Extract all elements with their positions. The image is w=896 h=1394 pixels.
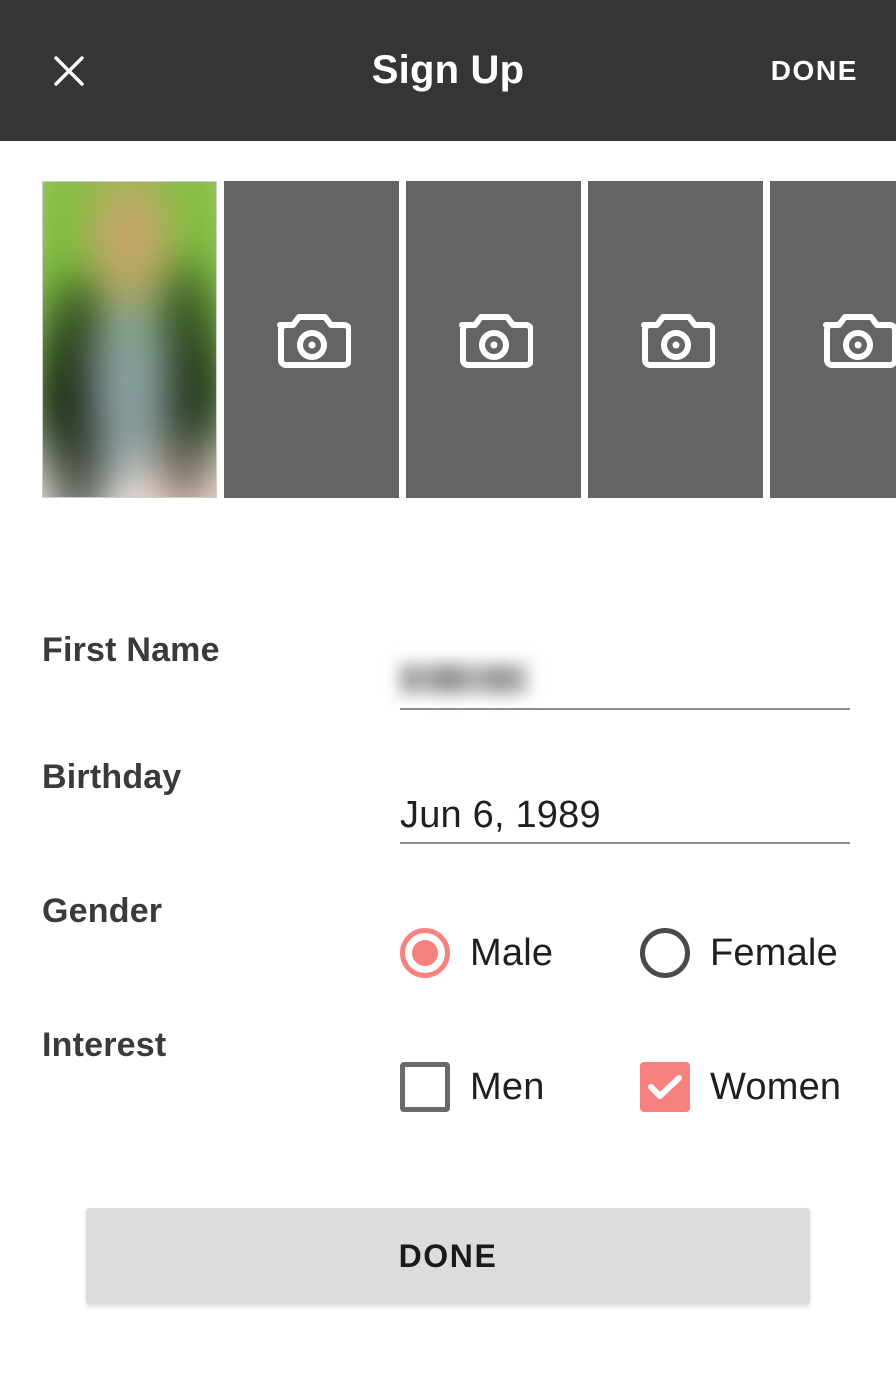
photo-strip[interactable] <box>42 181 896 498</box>
photo-tile-2[interactable] <box>224 181 399 498</box>
radio-unselected-icon[interactable] <box>640 928 690 978</box>
radio-selected-icon[interactable] <box>400 928 450 978</box>
gender-label: Gender <box>42 892 400 931</box>
interest-option-men[interactable]: Men <box>400 1062 640 1112</box>
first-name-value-redacted <box>400 664 528 694</box>
checkbox-checked-icon[interactable] <box>640 1062 690 1112</box>
gender-options: Male Female <box>400 928 850 978</box>
signup-form: First Name Birthday Jun 6, 1989 Gender <box>0 590 896 1112</box>
first-name-input[interactable] <box>400 638 850 710</box>
interest-label: Interest <box>42 1026 400 1065</box>
first-name-field-wrap <box>400 590 850 710</box>
signup-screen: Sign Up DONE <box>0 0 896 1394</box>
interest-option-women-label: Women <box>710 1066 841 1109</box>
camera-icon <box>819 309 896 371</box>
gender-option-female[interactable]: Female <box>640 928 838 978</box>
birthday-value: Jun 6, 1989 <box>400 796 601 836</box>
gender-option-male-label: Male <box>470 932 553 975</box>
camera-icon <box>637 309 715 371</box>
camera-icon <box>455 309 533 371</box>
footer: DONE <box>0 1208 896 1304</box>
header-done-button[interactable]: DONE <box>771 55 858 87</box>
interest-option-women[interactable]: Women <box>640 1062 841 1112</box>
interest-row: Interest Men Women <box>0 978 896 1112</box>
photo-tile-3[interactable] <box>406 181 581 498</box>
camera-icon <box>273 309 351 371</box>
birthday-input[interactable]: Jun 6, 1989 <box>400 772 850 844</box>
checkbox-unchecked-icon[interactable] <box>400 1062 450 1112</box>
header-bar: Sign Up DONE <box>0 0 896 141</box>
gender-option-male[interactable]: Male <box>400 928 640 978</box>
photo-tile-4[interactable] <box>588 181 763 498</box>
photo-tile-1[interactable] <box>42 181 217 498</box>
interest-field-wrap: Men Women <box>400 978 850 1112</box>
page-title: Sign Up <box>0 48 896 93</box>
birthday-field-wrap: Jun 6, 1989 <box>400 710 850 844</box>
done-button[interactable]: DONE <box>86 1208 810 1304</box>
first-name-row: First Name <box>0 590 896 710</box>
profile-photo-blurred <box>42 181 217 498</box>
birthday-row: Birthday Jun 6, 1989 <box>0 710 896 844</box>
first-name-label: First Name <box>42 631 400 670</box>
gender-row: Gender Male Female <box>0 844 896 978</box>
birthday-label: Birthday <box>42 758 400 797</box>
interest-options: Men Women <box>400 1062 850 1112</box>
photo-tile-5[interactable] <box>770 181 896 498</box>
gender-option-female-label: Female <box>710 932 838 975</box>
gender-field-wrap: Male Female <box>400 844 850 978</box>
interest-option-men-label: Men <box>470 1066 545 1109</box>
close-icon[interactable] <box>42 44 96 98</box>
